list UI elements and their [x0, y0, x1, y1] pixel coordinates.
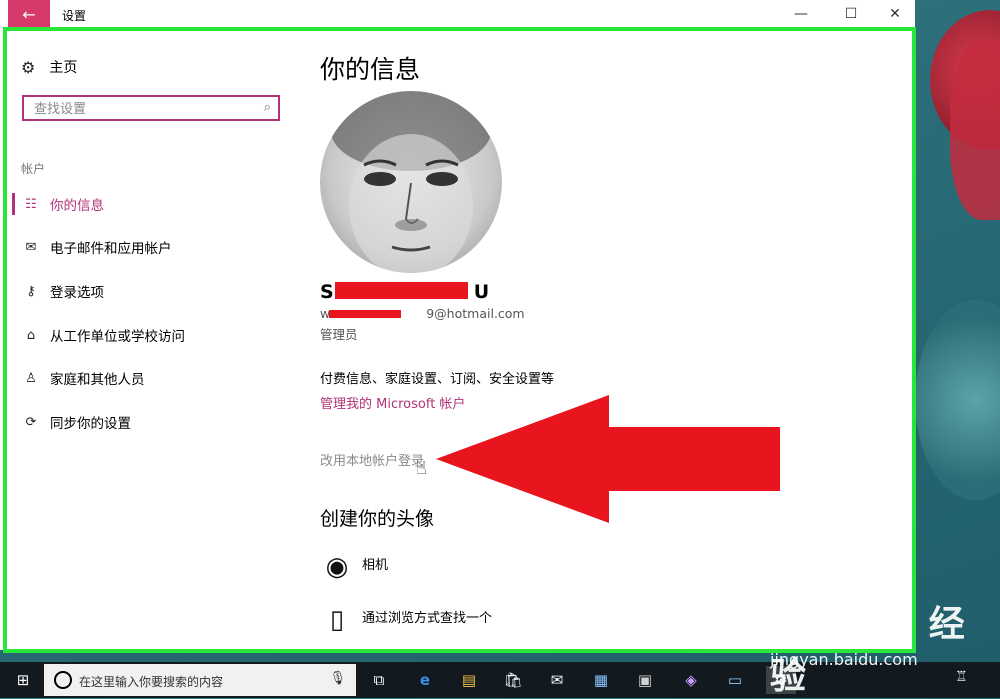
person-icon: ♙ [25, 370, 37, 386]
maximize-button[interactable]: ☐ [828, 0, 874, 28]
sidebar-item-your-info[interactable]: ☷ 你的信息 [12, 193, 104, 215]
account-role: 管理员 [320, 327, 358, 342]
windows-icon: ⊞ [16, 671, 30, 689]
store-icon[interactable]: 🛍 [498, 666, 528, 694]
sidebar-item-sync[interactable]: ⟳ 同步你的设置 [12, 411, 131, 433]
sidebar-item-label: 从工作单位或学校访问 [50, 329, 185, 345]
section-label-accounts: 帐户 [21, 162, 46, 176]
avatar [320, 91, 502, 273]
sidebar-home[interactable]: ⚙ 主页 [21, 57, 77, 77]
desktop-wallpaper-shape [915, 300, 1000, 500]
minimize-icon: — [794, 6, 808, 22]
taskbar-search[interactable]: 在这里输入你要搜索的内容 🎙 [44, 664, 356, 696]
browse-option[interactable]: ▯ 通过浏览方式查找一个 [320, 605, 492, 641]
app-icon[interactable]: ▦ [586, 666, 616, 694]
browse-label: 通过浏览方式查找一个 [362, 611, 493, 626]
sidebar-item-label: 家庭和其他人员 [50, 372, 145, 388]
task-view-icon[interactable]: ⧉ [364, 666, 394, 694]
sidebar-item-label: 你的信息 [50, 198, 104, 214]
sidebar-item-family[interactable]: ♙ 家庭和其他人员 [12, 367, 145, 389]
app-icon[interactable]: ▣ [630, 666, 660, 694]
search-box: ⌕ [22, 95, 280, 121]
annotation-arrow-icon [436, 395, 780, 523]
app-icon[interactable]: ◈ [676, 666, 706, 694]
camera-label: 相机 [362, 558, 389, 573]
title-bar: ← 设置 — ☐ ✕ [0, 0, 915, 29]
cortana-icon [54, 671, 72, 689]
hand-cursor-icon: ☝ [416, 458, 427, 479]
close-icon: ✕ [889, 6, 901, 22]
create-avatar-heading: 创建你的头像 [320, 508, 435, 530]
active-indicator [12, 193, 15, 215]
search-icon[interactable]: ⌕ [264, 100, 271, 115]
page-title: 你的信息 [320, 55, 421, 84]
back-button[interactable]: ← [8, 0, 50, 28]
settings-window: ← 设置 — ☐ ✕ ⚙ 主页 ⌕ 帐户 ☷ 你的信息 ✉ 电子邮件和应用帐户 … [0, 0, 915, 650]
app-icon[interactable]: ▭ [720, 666, 750, 694]
watermark-logo: Bai⟡du 经验 [770, 604, 966, 697]
webcam-icon: ◉ [325, 552, 349, 582]
close-button[interactable]: ✕ [872, 0, 918, 28]
billing-info-text: 付费信息、家庭设置、订阅、安全设置等 [320, 372, 555, 387]
gear-icon: ⚙ [21, 57, 36, 77]
indicator-slot [12, 324, 15, 346]
user-name-first: S [320, 281, 334, 303]
mail-app-icon[interactable]: ✉ [542, 666, 572, 694]
sidebar-item-label: 同步你的设置 [50, 416, 131, 432]
briefcase-icon: ⌂ [26, 327, 36, 343]
maximize-icon: ☐ [844, 6, 858, 22]
indicator-slot [12, 411, 15, 433]
indicator-slot [12, 367, 15, 389]
mail-icon: ✉ [25, 239, 37, 255]
edge-icon[interactable]: e [410, 666, 440, 694]
window-title: 设置 [62, 9, 87, 23]
back-arrow-icon: ← [22, 4, 36, 24]
redaction-bar [329, 310, 401, 318]
sidebar-item-email-accounts[interactable]: ✉ 电子邮件和应用帐户 [12, 236, 172, 258]
minimize-button[interactable]: — [778, 0, 824, 28]
home-label: 主页 [49, 60, 78, 76]
sidebar-item-label: 登录选项 [50, 285, 104, 301]
avatar-sketch [331, 91, 491, 273]
desktop-wallpaper-shape [950, 40, 1000, 220]
indicator-slot [12, 236, 15, 258]
file-icon: ▯ [329, 605, 345, 635]
start-button[interactable]: ⊞ [6, 662, 40, 698]
indicator-slot [12, 280, 15, 302]
search-input[interactable] [32, 100, 256, 119]
user-name-last: U [473, 281, 490, 303]
sidebar-item-label: 电子邮件和应用帐户 [50, 241, 172, 257]
sidebar-item-work-access[interactable]: ⌂ 从工作单位或学校访问 [12, 324, 185, 346]
key-icon: ⚷ [26, 283, 36, 299]
sidebar-item-sign-in-options[interactable]: ⚷ 登录选项 [12, 280, 104, 302]
watermark-url: jingyan.baidu.com [770, 650, 918, 669]
redaction-bar [335, 282, 468, 299]
file-explorer-icon[interactable]: ▤ [454, 666, 484, 694]
local-account-link[interactable]: 改用本地帐户登录 [320, 450, 424, 469]
sync-icon: ⟳ [25, 414, 37, 430]
camera-option[interactable]: ◉ 相机 [320, 552, 388, 588]
microphone-icon[interactable]: 🎙 [329, 671, 346, 686]
user-email-suffix: 9@hotmail.com [426, 306, 525, 321]
person-list-icon: ☷ [25, 196, 37, 212]
taskbar-search-text: 在这里输入你要搜索的内容 [79, 675, 224, 689]
